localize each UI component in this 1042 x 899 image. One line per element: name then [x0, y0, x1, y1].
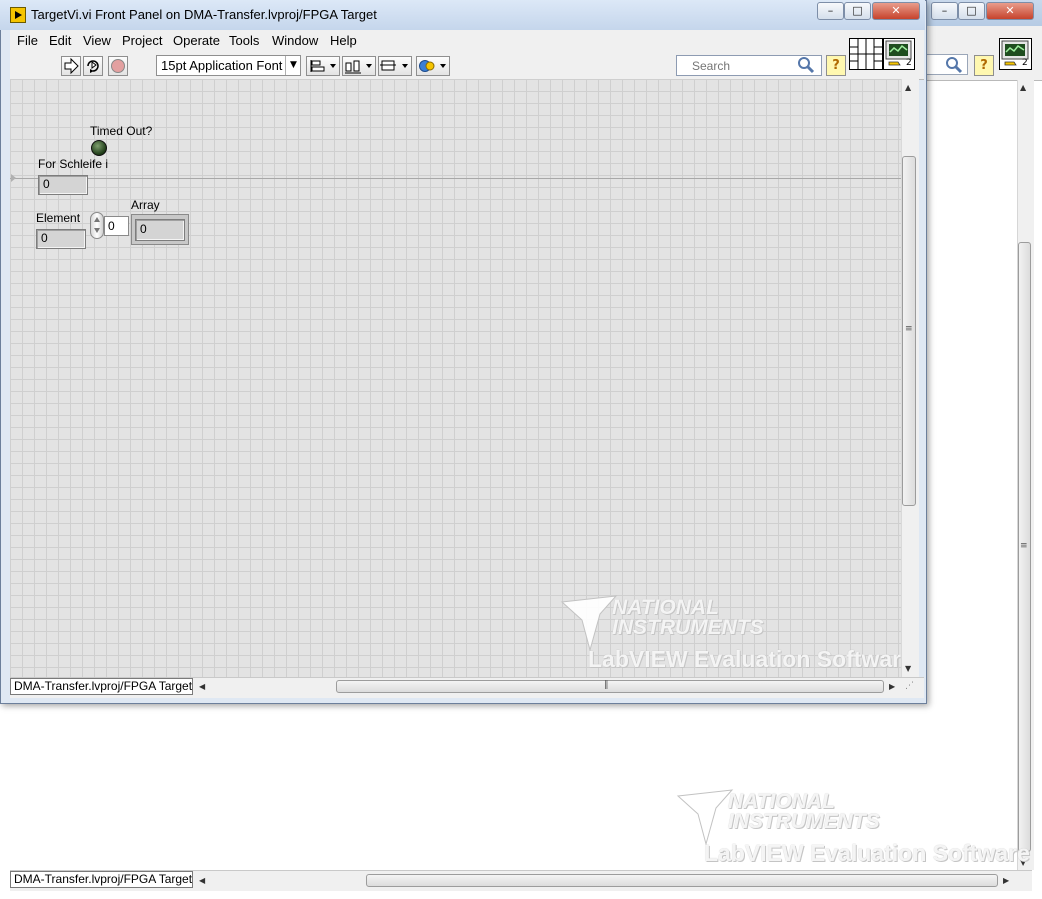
- context-help-button[interactable]: ?: [826, 55, 846, 76]
- bg-maximize-button[interactable]: □: [958, 2, 985, 20]
- bg-vi-icon[interactable]: 2: [999, 38, 1032, 70]
- reorder-icon: [419, 60, 446, 72]
- menu-file[interactable]: File: [17, 33, 38, 48]
- scroll-left-icon[interactable]: ◀: [199, 682, 205, 691]
- abort-icon: [111, 59, 125, 73]
- grip-icon: ‖: [604, 680, 608, 690]
- connector-terminal-number: 2: [906, 58, 912, 68]
- connector-pane-grid-icon: [850, 39, 882, 69]
- watermark-instruments: INSTRUMENTS: [728, 810, 880, 833]
- maximize-button[interactable]: □: [844, 2, 871, 20]
- menu-operate[interactable]: Operate: [173, 33, 220, 48]
- bg-scroll-right-icon[interactable]: ▶: [1003, 876, 1009, 885]
- window-title: TargetVi.vi Front Panel on DMA-Transfer.…: [31, 7, 377, 22]
- maximize-icon: □: [966, 4, 977, 17]
- array-index-display[interactable]: 0: [104, 216, 129, 236]
- distribute-objects-button[interactable]: [342, 56, 376, 76]
- front-panel-canvas[interactable]: [10, 79, 901, 677]
- bg-scroll-up-icon[interactable]: ▲: [1020, 83, 1026, 92]
- grip-icon: ≡: [905, 324, 912, 334]
- run-continuously-button[interactable]: [83, 56, 103, 76]
- run-arrow-icon: [64, 57, 79, 75]
- close-button[interactable]: ✕: [872, 2, 920, 20]
- element-indicator[interactable]: 0: [36, 229, 86, 249]
- array-label: Array: [131, 198, 160, 212]
- decrement-arrow-icon[interactable]: [94, 228, 100, 233]
- watermark-labview: LabVIEW Evaluation Software: [588, 646, 914, 672]
- close-icon: ✕: [1005, 4, 1015, 17]
- scroll-right-icon[interactable]: ▶: [889, 682, 895, 691]
- bg-close-button[interactable]: ✕: [986, 2, 1034, 20]
- connector-pane[interactable]: [849, 38, 883, 70]
- bg-minimize-button[interactable]: –: [931, 2, 958, 20]
- vi-icon[interactable]: 2: [883, 38, 915, 70]
- bg-horizontal-scroll-thumb[interactable]: [366, 874, 998, 887]
- array-index-stepper[interactable]: [90, 212, 104, 239]
- timed-out-label: Timed Out?: [90, 124, 153, 138]
- element-label: Element: [36, 211, 81, 225]
- watermark-labview: LabVIEW Evaluation Software: [704, 840, 1030, 866]
- minimize-icon: –: [941, 4, 948, 17]
- scroll-down-icon[interactable]: ▼: [905, 664, 911, 673]
- abort-button[interactable]: [108, 56, 128, 76]
- array-element-indicator[interactable]: 0: [135, 219, 185, 241]
- reorder-button[interactable]: [416, 56, 450, 76]
- menu-tools[interactable]: Tools: [229, 33, 259, 48]
- help-icon: ?: [832, 58, 840, 73]
- panel-origin-line: [10, 178, 901, 179]
- minimize-icon: –: [827, 4, 834, 17]
- horizontal-scroll-thumb[interactable]: [336, 680, 884, 693]
- for-loop-label: For Schleife i: [38, 157, 109, 171]
- resize-objects-icon: [380, 60, 408, 71]
- bg-search-icon[interactable]: [945, 56, 963, 74]
- increment-arrow-icon[interactable]: [94, 217, 100, 222]
- bg-scroll-left-icon[interactable]: ◀: [199, 876, 205, 885]
- search-input[interactable]: [692, 58, 792, 73]
- maximize-icon: □: [852, 4, 863, 17]
- run-button[interactable]: [61, 56, 81, 76]
- watermark-instruments: INSTRUMENTS: [612, 616, 764, 639]
- bg-grip-icon: ≡: [1020, 541, 1027, 551]
- run-continuously-icon: [87, 60, 99, 73]
- font-select[interactable]: 15pt Application Font: [156, 55, 301, 76]
- align-objects-icon: [310, 60, 336, 72]
- menu-window[interactable]: Window: [272, 33, 318, 48]
- menu-edit[interactable]: Edit: [49, 33, 71, 48]
- for-loop-indicator[interactable]: 0: [38, 175, 88, 195]
- context-label: DMA-Transfer.lvproj/FPGA Target: [10, 678, 193, 695]
- timed-out-led[interactable]: [91, 140, 107, 156]
- bg-context-label: DMA-Transfer.lvproj/FPGA Target: [10, 871, 193, 888]
- panel-origin-marker: [11, 174, 16, 182]
- resize-grip-icon[interactable]: ⋰: [905, 681, 914, 691]
- distribute-objects-icon: [345, 60, 372, 74]
- chevron-down-icon[interactable]: ▼: [285, 56, 301, 75]
- close-icon: ✕: [891, 4, 901, 17]
- align-objects-button[interactable]: [306, 56, 340, 76]
- bg-help-button[interactable]: ?: [974, 55, 994, 76]
- menu-project[interactable]: Project: [122, 33, 162, 48]
- menu-view[interactable]: View: [83, 33, 111, 48]
- search-icon[interactable]: [797, 56, 815, 74]
- minimize-button[interactable]: –: [817, 2, 844, 20]
- scroll-up-icon[interactable]: ▲: [905, 83, 911, 92]
- help-icon: ?: [980, 58, 988, 73]
- labview-vi-icon: [10, 7, 26, 23]
- connector-terminal-number: 2: [1022, 58, 1028, 68]
- menu-help[interactable]: Help: [330, 33, 357, 48]
- resize-objects-button[interactable]: [378, 56, 412, 76]
